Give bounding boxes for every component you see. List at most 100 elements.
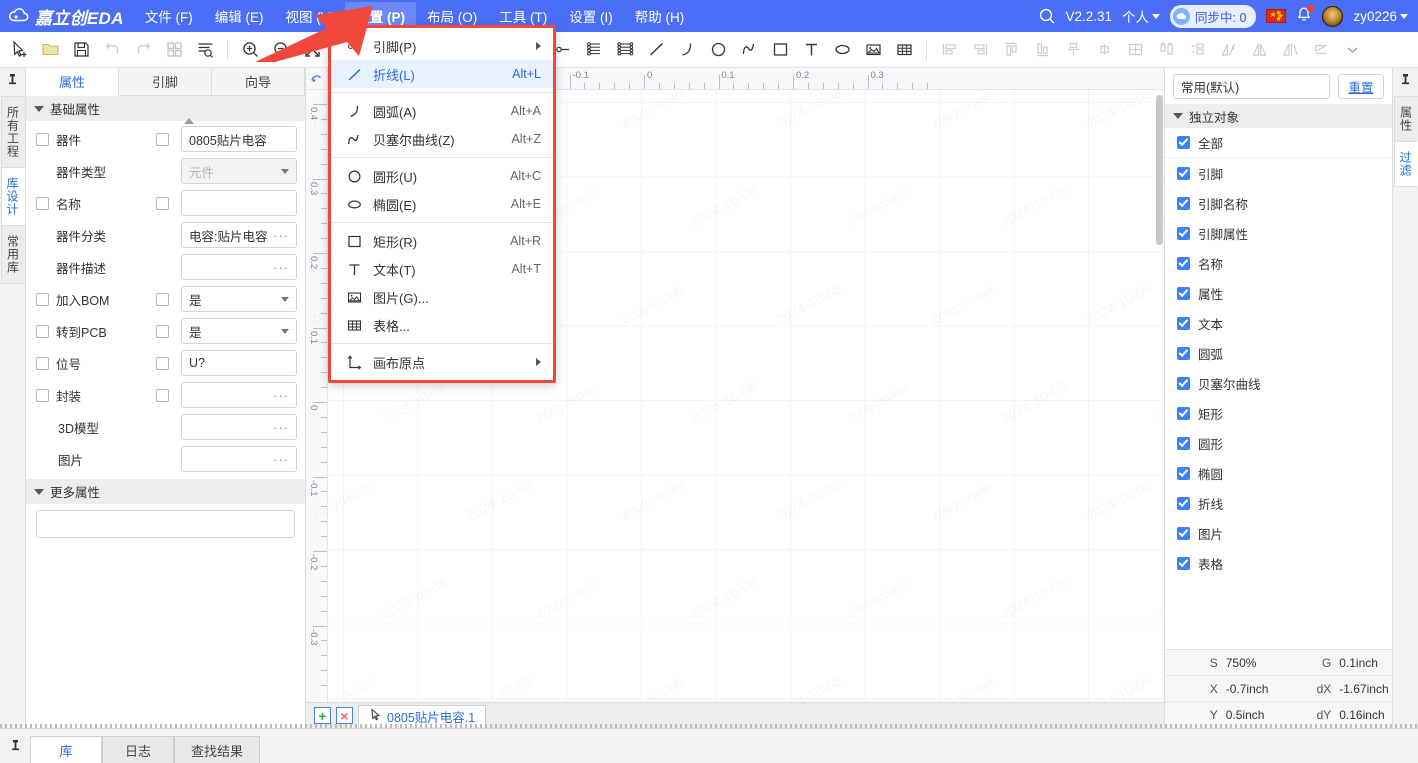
menu-item-text[interactable]: 文本(T) Alt+T bbox=[331, 255, 553, 283]
menu-settings[interactable]: 设置 (I) bbox=[558, 2, 624, 30]
right-tab-attributes[interactable]: 属性 bbox=[1393, 96, 1418, 142]
scrollbar-thumb[interactable] bbox=[1156, 95, 1163, 245]
sidebar-item-common-library[interactable]: 常用库 bbox=[0, 225, 25, 284]
row-checkbox[interactable] bbox=[36, 388, 49, 402]
tab-attributes[interactable]: 属性 bbox=[26, 68, 119, 96]
place-pin-group-icon[interactable] bbox=[579, 36, 609, 64]
more-options-icon[interactable]: ··· bbox=[273, 420, 289, 435]
place-table-icon[interactable] bbox=[889, 36, 919, 64]
filter-checkbox[interactable] bbox=[1177, 136, 1190, 149]
menu-item-arc[interactable]: 圆弧(A) Alt+A bbox=[331, 97, 553, 125]
avatar[interactable] bbox=[1322, 5, 1344, 27]
bottom-tab-library[interactable]: 库 bbox=[30, 736, 102, 763]
filter-checkbox[interactable] bbox=[1177, 466, 1190, 480]
filter-checkbox[interactable] bbox=[1177, 286, 1190, 300]
menu-item-bezier[interactable]: 贝塞尔曲线(Z) Alt+Z bbox=[331, 125, 553, 153]
add-sheet-button[interactable]: + bbox=[314, 707, 331, 724]
place-circle-icon[interactable] bbox=[703, 36, 733, 64]
filter-item[interactable]: 折线 bbox=[1165, 488, 1392, 518]
filter-item[interactable]: 全部 bbox=[1165, 128, 1392, 158]
filter-item[interactable]: 引脚 bbox=[1165, 158, 1392, 188]
place-bezier-icon[interactable] bbox=[734, 36, 764, 64]
row-checkbox[interactable] bbox=[36, 196, 49, 210]
footprint-input[interactable]: ··· bbox=[181, 382, 297, 408]
language-flag-icon[interactable]: ★ ★ ★ ★ bbox=[1266, 9, 1287, 23]
device-name-input[interactable]: 0805贴片电容 bbox=[181, 126, 297, 152]
menu-item-polyline[interactable]: 折线(L) Alt+L bbox=[331, 60, 553, 88]
ruler-corner[interactable] bbox=[306, 68, 328, 90]
zoom-in-icon[interactable] bbox=[235, 36, 265, 64]
filter-checkbox[interactable] bbox=[1177, 496, 1190, 510]
add-to-bom-select[interactable]: 是 bbox=[181, 286, 297, 312]
filter-item[interactable]: 引脚属性 bbox=[1165, 218, 1392, 248]
more-options-icon[interactable]: ··· bbox=[273, 388, 289, 403]
filter-checkbox[interactable] bbox=[1177, 526, 1190, 540]
section-more-attributes[interactable]: 更多属性 bbox=[26, 479, 305, 504]
filter-checkbox[interactable] bbox=[1177, 556, 1190, 570]
notifications-button[interactable] bbox=[1296, 5, 1315, 26]
more-options-icon[interactable]: ··· bbox=[273, 452, 289, 467]
bottom-tab-search-results[interactable]: 查找结果 bbox=[174, 736, 261, 763]
menu-edit[interactable]: 编辑 (E) bbox=[204, 2, 275, 30]
menu-item-table[interactable]: 表格... bbox=[331, 311, 553, 339]
filter-checkbox[interactable] bbox=[1177, 196, 1190, 210]
filter-item[interactable]: 引脚名称 bbox=[1165, 188, 1392, 218]
designator-input[interactable]: U? bbox=[181, 350, 297, 376]
filter-checkbox[interactable] bbox=[1177, 316, 1190, 330]
menu-item-origin[interactable]: 画布原点 bbox=[331, 348, 553, 376]
pin-icon[interactable] bbox=[1400, 73, 1411, 90]
row-checkbox[interactable] bbox=[36, 292, 49, 306]
user-menu[interactable]: zy0226 bbox=[1353, 9, 1408, 24]
sidebar-item-library-design[interactable]: 库设计 bbox=[0, 167, 25, 226]
more-attributes-select[interactable] bbox=[36, 510, 295, 538]
reset-button[interactable]: 重置 bbox=[1338, 73, 1384, 99]
name-input[interactable] bbox=[181, 190, 297, 216]
filter-checkbox[interactable] bbox=[1177, 406, 1190, 420]
transfer-to-pcb-select[interactable]: 是 bbox=[181, 318, 297, 344]
fit-screen-icon[interactable] bbox=[297, 36, 327, 64]
place-arc-icon[interactable] bbox=[672, 36, 702, 64]
model-3d-input[interactable]: ··· bbox=[181, 414, 297, 440]
grid-icon[interactable] bbox=[159, 36, 189, 64]
save-icon[interactable] bbox=[66, 36, 96, 64]
visibility-checkbox[interactable] bbox=[156, 356, 169, 370]
place-pin-group2-icon[interactable] bbox=[610, 36, 640, 64]
more-options-icon[interactable]: ··· bbox=[273, 228, 289, 243]
menu-file[interactable]: 文件 (F) bbox=[134, 2, 204, 30]
menu-item-circle[interactable]: 圆形(U) Alt+C bbox=[331, 162, 553, 190]
visibility-checkbox[interactable] bbox=[156, 132, 169, 146]
filter-item[interactable]: 圆形 bbox=[1165, 428, 1392, 458]
image-input[interactable]: ··· bbox=[181, 446, 297, 472]
sync-status-pill[interactable]: 同步中: 0 bbox=[1170, 4, 1257, 28]
filter-checkbox[interactable] bbox=[1177, 436, 1190, 450]
place-image-icon[interactable] bbox=[858, 36, 888, 64]
bottom-tab-log[interactable]: 日志 bbox=[102, 736, 174, 763]
pin-icon[interactable] bbox=[7, 73, 18, 90]
filter-section-independent-objects[interactable]: 独立对象 bbox=[1165, 104, 1392, 128]
canvas-vertical-scrollbar[interactable] bbox=[1156, 90, 1164, 708]
menu-help[interactable]: 帮助 (H) bbox=[624, 2, 696, 30]
right-tab-filter[interactable]: 过滤 bbox=[1393, 141, 1418, 187]
device-description-input[interactable]: ··· bbox=[181, 254, 297, 280]
menu-item-ellipse[interactable]: 椭圆(E) Alt+E bbox=[331, 190, 553, 218]
filter-item[interactable]: 矩形 bbox=[1165, 398, 1392, 428]
tab-pins[interactable]: 引脚 bbox=[119, 68, 212, 95]
filter-item[interactable]: 椭圆 bbox=[1165, 458, 1392, 488]
sidebar-item-all-projects[interactable]: 所有工程 bbox=[0, 96, 25, 168]
row-checkbox[interactable] bbox=[36, 132, 49, 146]
menu-item-rectangle[interactable]: 矩形(R) Alt+R bbox=[331, 227, 553, 255]
place-ellipse-icon[interactable] bbox=[827, 36, 857, 64]
more-options-icon[interactable]: ··· bbox=[273, 260, 289, 275]
close-sheet-button[interactable]: × bbox=[336, 707, 353, 724]
filter-item[interactable]: 圆弧 bbox=[1165, 338, 1392, 368]
visibility-checkbox[interactable] bbox=[156, 324, 169, 338]
search-icon[interactable] bbox=[1038, 7, 1056, 25]
open-folder-icon[interactable] bbox=[35, 36, 65, 64]
filter-preset-select[interactable]: 常用(默认) bbox=[1173, 73, 1330, 99]
section-basic-attributes[interactable]: 基础属性 bbox=[26, 96, 305, 121]
visibility-checkbox[interactable] bbox=[156, 196, 169, 210]
place-text-icon[interactable] bbox=[796, 36, 826, 64]
place-line-icon[interactable] bbox=[641, 36, 671, 64]
filter-item[interactable]: 文本 bbox=[1165, 308, 1392, 338]
filter-item[interactable]: 属性 bbox=[1165, 278, 1392, 308]
